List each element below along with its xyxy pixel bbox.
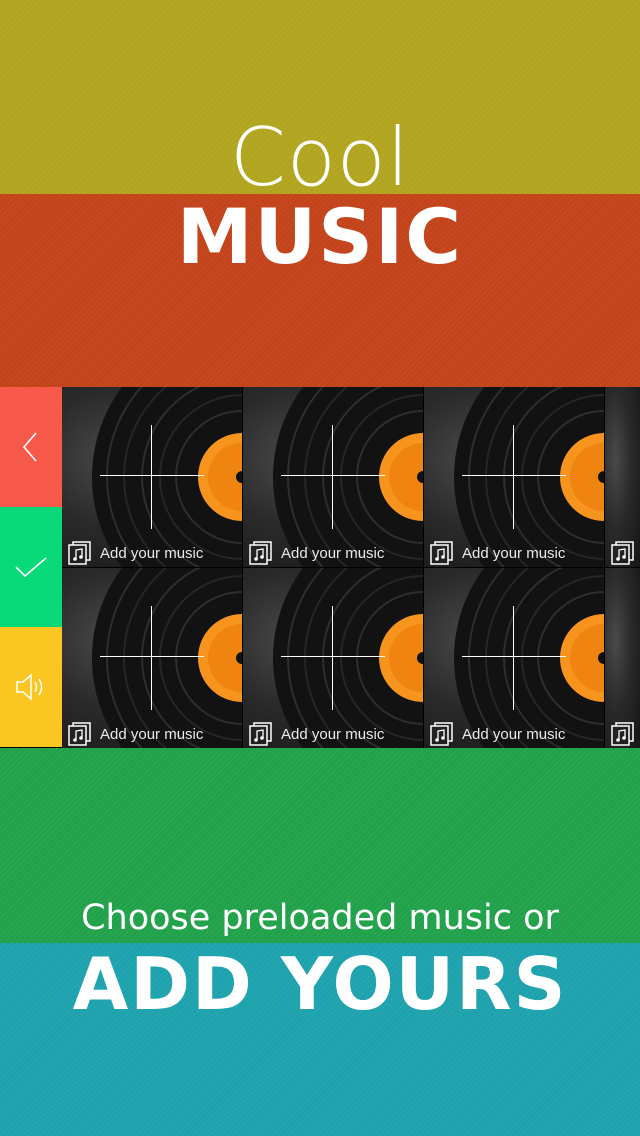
music-note-icon — [68, 722, 91, 746]
tile-caption: Add your music — [281, 725, 385, 743]
music-tile[interactable]: Add your music — [243, 568, 423, 748]
music-note-icon — [611, 541, 634, 565]
side-controls — [0, 387, 62, 748]
tile-caption: Add your music — [462, 544, 566, 562]
music-note-icon — [430, 541, 453, 565]
music-tile[interactable]: Add your music — [62, 568, 242, 748]
checkmark-icon — [15, 557, 47, 578]
footer-headline: ADD YOURS — [72, 942, 568, 1026]
crosshair-icon — [281, 656, 385, 657]
music-note-icon — [249, 541, 272, 565]
headline-cool: Cool — [230, 111, 410, 204]
footer-tagline: Choose preloaded music or — [81, 898, 559, 938]
crosshair-icon — [100, 475, 204, 476]
crosshair-icon — [462, 656, 566, 657]
music-tile-partial[interactable] — [605, 568, 640, 748]
headline-music: MUSIC — [176, 192, 464, 281]
music-tile[interactable]: Add your music — [62, 387, 242, 567]
music-note-icon — [68, 541, 91, 565]
volume-button[interactable] — [0, 627, 62, 747]
chevron-left-icon — [22, 432, 37, 462]
music-note-icon — [249, 722, 272, 746]
back-button[interactable] — [0, 387, 62, 507]
music-tile[interactable]: Add your music — [243, 387, 423, 567]
tile-caption: Add your music — [281, 544, 385, 562]
crosshair-icon — [462, 475, 566, 476]
music-tile-grid: Add your music Add your music Add your m… — [62, 387, 640, 748]
music-note-icon — [611, 722, 634, 746]
crosshair-icon — [281, 475, 385, 476]
music-tile[interactable]: Add your music — [424, 568, 604, 748]
music-note-icon — [430, 722, 453, 746]
tile-caption: Add your music — [100, 544, 204, 562]
tile-caption: Add your music — [100, 725, 204, 743]
crosshair-icon — [100, 656, 204, 657]
music-tile[interactable]: Add your music — [424, 387, 604, 567]
music-tile-partial[interactable] — [605, 387, 640, 567]
confirm-button[interactable] — [0, 507, 62, 627]
speaker-icon — [16, 673, 43, 701]
tile-caption: Add your music — [462, 725, 566, 743]
